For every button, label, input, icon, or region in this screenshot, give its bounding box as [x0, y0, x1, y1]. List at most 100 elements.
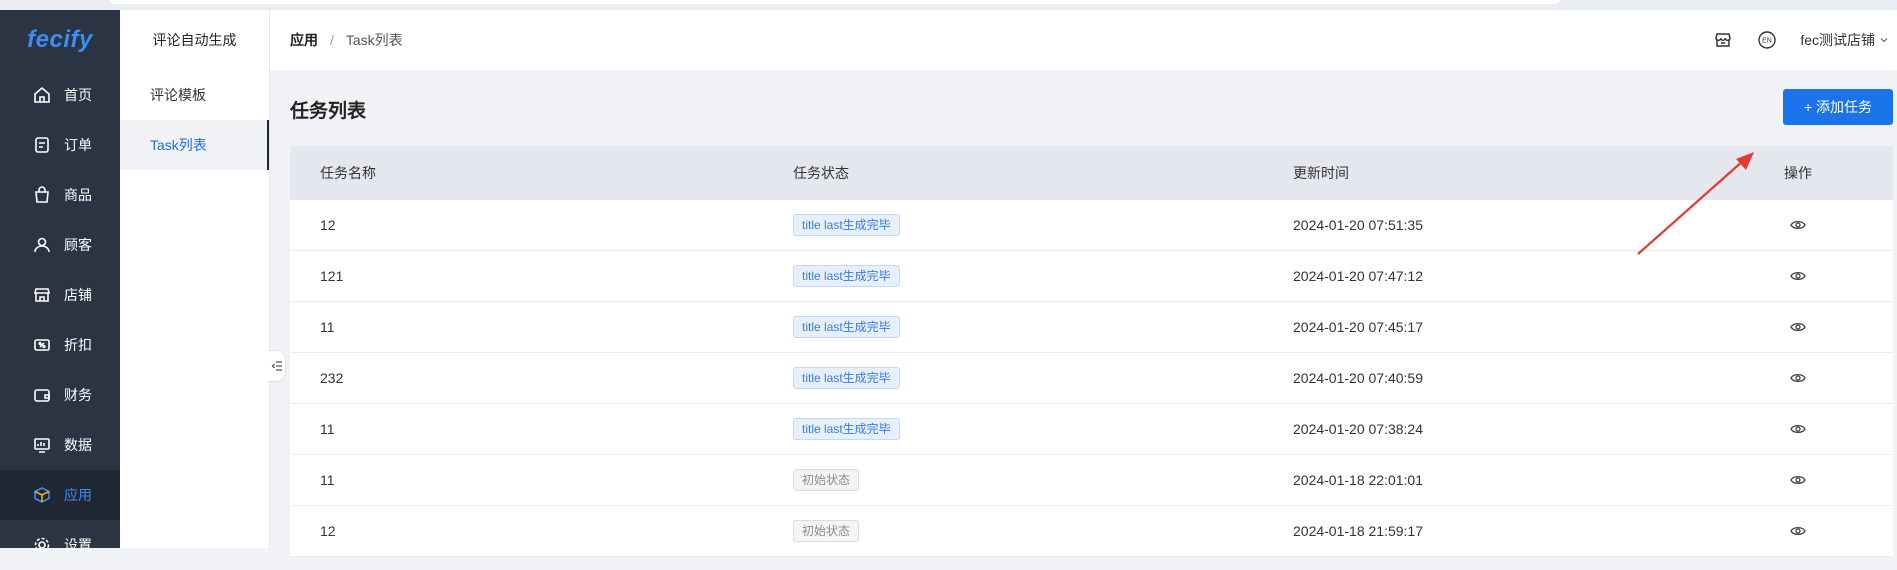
sidebar-item-label: 首页 [64, 87, 92, 103]
discount-icon [34, 339, 50, 351]
breadcrumb: 应用 / Task列表 [290, 30, 403, 50]
actions-cell [1703, 321, 1893, 333]
task-status-cell: title last生成完毕 [773, 214, 1273, 236]
annotation-arrow [1637, 152, 1754, 255]
status-badge: title last生成完毕 [793, 316, 900, 338]
sidebar-item-data[interactable]: 数据 [0, 420, 120, 470]
cube-icon [34, 487, 50, 503]
status-badge: 初始状态 [793, 520, 860, 542]
sidebar-item-orders[interactable]: 订单 [0, 120, 120, 170]
add-task-button[interactable]: + 添加任务 [1783, 89, 1893, 125]
sidebar-item-label: 设置 [64, 537, 92, 553]
main-sidebar: fecify 首页 订单 商品 顾客 店铺 折扣 财务 数据 应用 设置 [0, 10, 120, 553]
sidebar-item-label: 店铺 [64, 287, 92, 303]
chart-icon [34, 438, 50, 453]
task-name: 121 [320, 268, 344, 284]
subnav-item-review-templates[interactable]: 评论模板 [120, 70, 269, 120]
table-row: 12 初始状态 2024-01-18 21:59:17 [290, 506, 1893, 557]
page-title: 任务列表 [290, 101, 367, 122]
table-row: 232 title last生成完毕 2024-01-20 07:40:59 [290, 353, 1893, 404]
task-status-cell: title last生成完毕 [773, 265, 1273, 287]
view-eye-icon[interactable] [1790, 423, 1806, 435]
table-row: 11 初始状态 2024-01-18 22:01:01 [290, 455, 1893, 506]
store-selector[interactable]: fec测试店铺 [1800, 30, 1889, 50]
sidebar-item-home[interactable]: 首页 [0, 70, 120, 120]
chevron-down-icon [1880, 38, 1888, 43]
task-status-cell: title last生成完毕 [773, 367, 1273, 389]
view-eye-icon[interactable] [1790, 372, 1806, 384]
view-eye-icon[interactable] [1790, 474, 1806, 486]
actions-cell [1703, 474, 1893, 486]
brand-logo[interactable]: fecify [0, 10, 120, 70]
updated-time: 2024-01-20 07:40:59 [1293, 370, 1423, 386]
sidebar-item-settings[interactable]: 设置 [0, 520, 120, 570]
sidebar-item-discount[interactable]: 折扣 [0, 320, 120, 370]
status-badge: title last生成完毕 [793, 367, 900, 389]
actions-cell [1703, 372, 1893, 384]
order-icon [35, 137, 49, 153]
subnav-item-task-list[interactable]: Task列表 [120, 120, 269, 170]
sidebar-item-label: 顾客 [64, 237, 92, 253]
task-status-cell: title last生成完毕 [773, 418, 1273, 440]
browser-top-strip [0, 0, 1897, 10]
status-badge: title last生成完毕 [793, 418, 900, 440]
collapse-sidebar-toggle[interactable] [268, 350, 286, 382]
top-header: 应用 / Task列表 EN fec测试店铺 [270, 10, 1897, 70]
updated-time: 2024-01-20 07:47:12 [1293, 268, 1423, 284]
header-actions: EN fec测试店铺 [1712, 10, 1889, 70]
sidebar-item-finance[interactable]: 财务 [0, 370, 120, 420]
sidebar-item-apps[interactable]: 应用 [0, 470, 120, 520]
breadcrumb-item-task-list: Task列表 [345, 32, 403, 48]
language-switch-button[interactable]: EN [1756, 29, 1778, 51]
status-badge: title last生成完毕 [793, 265, 900, 287]
breadcrumb-item-apps[interactable]: 应用 [290, 30, 318, 50]
sidebar-item-store[interactable]: 店铺 [0, 270, 120, 320]
task-name: 12 [320, 523, 336, 539]
table-row: 11 title last生成完毕 2024-01-20 07:38:24 [290, 404, 1893, 455]
table-row: 11 title last生成完毕 2024-01-20 07:45:17 [290, 302, 1893, 353]
sidebar-item-label: 应用 [64, 487, 92, 503]
sidebar-item-label: 财务 [64, 387, 92, 403]
status-badge: 初始状态 [793, 469, 860, 491]
column-header-task-status: 任务状态 [793, 165, 849, 181]
subnav-title: 评论自动生成 [152, 32, 237, 48]
status-badge: title last生成完毕 [793, 214, 900, 236]
secondary-sidebar: 评论自动生成 评论模板 Task列表 [120, 10, 270, 548]
sidebar-item-label: 订单 [64, 137, 92, 153]
view-eye-icon[interactable] [1790, 321, 1806, 333]
store-name: fec测试店铺 [1800, 32, 1875, 48]
browser-address-bar-edge [110, 0, 1560, 4]
actions-cell [1703, 270, 1893, 282]
actions-cell [1703, 423, 1893, 435]
task-name: 232 [320, 370, 344, 386]
updated-time: 2024-01-20 07:38:24 [1293, 421, 1423, 437]
sidebar-item-products[interactable]: 商品 [0, 170, 120, 220]
home-icon [34, 86, 50, 103]
bag-icon [35, 186, 49, 203]
sidebar-item-customers[interactable]: 顾客 [0, 220, 120, 270]
sidebar-item-label: 折扣 [64, 337, 92, 353]
updated-time: 2024-01-18 21:59:17 [1293, 523, 1423, 539]
task-name: 11 [320, 472, 335, 488]
breadcrumb-separator: / [330, 32, 334, 48]
task-status-cell: 初始状态 [773, 469, 1273, 491]
task-name: 11 [320, 319, 335, 335]
view-eye-icon[interactable] [1790, 219, 1806, 231]
user-icon [34, 237, 50, 253]
gear-icon [34, 537, 50, 553]
task-status-cell: 初始状态 [773, 520, 1273, 542]
task-name: 11 [320, 421, 335, 437]
task-name: 12 [320, 217, 336, 233]
language-en-icon: EN [1758, 31, 1777, 49]
wallet-icon [34, 389, 50, 402]
view-eye-icon[interactable] [1790, 525, 1806, 537]
collapse-menu-icon [271, 361, 282, 371]
language-code: EN [1762, 38, 1772, 45]
column-header-task-name: 任务名称 [320, 165, 376, 181]
storefront-button[interactable] [1712, 29, 1734, 51]
task-status-cell: title last生成完毕 [773, 316, 1273, 338]
updated-time: 2024-01-20 07:45:17 [1293, 319, 1423, 335]
sidebar-item-label: 商品 [64, 187, 92, 203]
updated-time: 2024-01-18 22:01:01 [1293, 472, 1423, 488]
view-eye-icon[interactable] [1790, 270, 1806, 282]
